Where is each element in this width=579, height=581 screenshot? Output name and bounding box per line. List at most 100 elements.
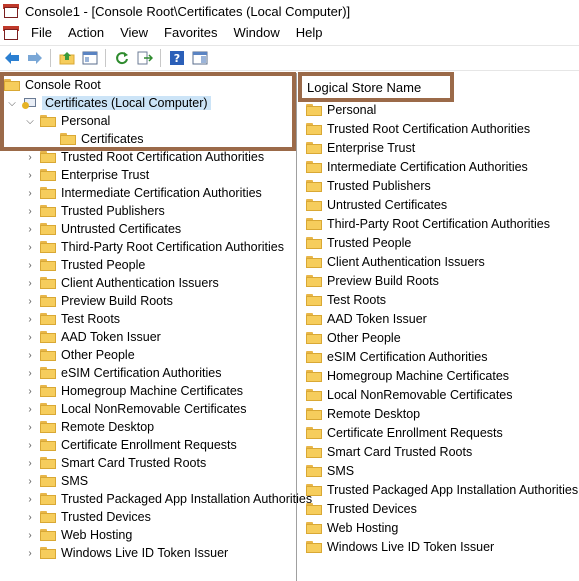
chevron-right-icon[interactable]: › (24, 547, 36, 559)
list-item[interactable]: Web Hosting (306, 519, 398, 537)
list-item[interactable]: Certificate Enrollment Requests (306, 424, 503, 442)
chevron-right-icon[interactable]: › (24, 223, 36, 235)
chevron-right-icon[interactable]: › (24, 439, 36, 451)
folder-icon (40, 349, 56, 361)
list-item[interactable]: Third-Party Root Certification Authoriti… (306, 215, 550, 233)
tree-item[interactable]: › Trusted People (24, 256, 145, 274)
chevron-right-icon[interactable]: › (24, 187, 36, 199)
refresh-button[interactable] (111, 47, 133, 69)
tree-item[interactable]: › Smart Card Trusted Roots (24, 454, 206, 472)
tree-item[interactable]: › AAD Token Issuer (24, 328, 161, 346)
chevron-right-icon[interactable]: › (24, 367, 36, 379)
chevron-right-icon[interactable]: › (24, 241, 36, 253)
export-icon (137, 51, 153, 65)
list-item[interactable]: Remote Desktop (306, 405, 420, 423)
list-item-label: Client Authentication Issuers (327, 255, 485, 269)
chevron-right-icon[interactable]: › (24, 511, 36, 523)
folder-icon (40, 385, 56, 397)
chevron-right-icon[interactable]: › (24, 277, 36, 289)
list-item[interactable]: Local NonRemovable Certificates (306, 386, 513, 404)
export-list-button[interactable] (134, 47, 156, 69)
tree-item[interactable]: › Test Roots (24, 310, 120, 328)
chevron-right-icon[interactable]: › (24, 151, 36, 163)
tree-item[interactable]: › Windows Live ID Token Issuer (24, 544, 228, 562)
chevron-right-icon[interactable]: › (24, 385, 36, 397)
chevron-right-icon[interactable]: › (24, 331, 36, 343)
show-hide-tree-button[interactable] (79, 47, 101, 69)
tree-item[interactable]: › Web Hosting (24, 526, 132, 544)
tree-item[interactable]: › Other People (24, 346, 134, 364)
show-hide-action-pane-button[interactable] (189, 47, 211, 69)
tree-item[interactable]: › Client Authentication Issuers (24, 274, 218, 292)
folder-icon (306, 218, 322, 230)
tree-item[interactable]: › Trusted Packaged App Installation Autho… (24, 490, 312, 508)
tree-item[interactable]: › Local NonRemovable Certificates (24, 400, 246, 418)
system-menu-icon[interactable] (3, 25, 19, 41)
menu-view[interactable]: View (112, 22, 156, 44)
chevron-right-icon[interactable]: › (24, 457, 36, 469)
tree-item[interactable]: › Remote Desktop (24, 418, 154, 436)
list-item[interactable]: Trusted Packaged App Installation Author… (306, 481, 578, 499)
tree-item[interactable]: › Intermediate Certification Authorities (24, 184, 261, 202)
list-item[interactable]: Preview Build Roots (306, 272, 439, 290)
folder-icon (306, 275, 322, 287)
menu-file[interactable]: File (23, 22, 60, 44)
list-item[interactable]: Test Roots (306, 291, 386, 309)
tree-item[interactable]: › Enterprise Trust (24, 166, 149, 184)
tree-item[interactable]: › Trusted Devices (24, 508, 151, 526)
list-item[interactable]: Client Authentication Issuers (306, 253, 485, 271)
list-item[interactable]: Homegroup Machine Certificates (306, 367, 509, 385)
list-item[interactable]: Intermediate Certification Authorities (306, 158, 528, 176)
folder-icon (306, 237, 322, 249)
list-item[interactable]: Other People (306, 329, 401, 347)
list-item-label: Trusted People (327, 236, 412, 250)
menu-help[interactable]: Help (288, 22, 331, 44)
list-item[interactable]: SMS (306, 462, 354, 480)
chevron-right-icon[interactable]: › (24, 205, 36, 217)
details-list-pane[interactable]: Personal Trusted Root Certification Autho… (299, 73, 579, 581)
list-item[interactable]: Windows Live ID Token Issuer (306, 538, 494, 556)
tree-item[interactable]: › eSIM Certification Authorities (24, 364, 222, 382)
back-button[interactable] (1, 47, 23, 69)
list-item[interactable]: Trusted Devices (306, 500, 417, 518)
tree-item[interactable]: › Homegroup Machine Certificates (24, 382, 243, 400)
tree-item[interactable]: › Third-Party Root Certification Authorit… (24, 238, 284, 256)
chevron-right-icon[interactable]: › (24, 529, 36, 541)
tree-item[interactable]: › Trusted Publishers (24, 202, 164, 220)
chevron-right-icon[interactable]: › (24, 349, 36, 361)
menu-window[interactable]: Window (226, 22, 288, 44)
chevron-right-icon[interactable]: › (24, 475, 36, 487)
chevron-right-icon[interactable]: › (24, 421, 36, 433)
tree-item[interactable]: › Preview Build Roots (24, 292, 173, 310)
tree-item-label: eSIM Certification Authorities (61, 366, 222, 380)
chevron-right-icon[interactable]: › (24, 295, 36, 307)
chevron-right-icon[interactable]: › (24, 493, 36, 505)
list-item[interactable]: eSIM Certification Authorities (306, 348, 488, 366)
help-button[interactable]: ? (166, 47, 188, 69)
chevron-right-icon[interactable]: › (24, 403, 36, 415)
chevron-right-icon[interactable]: › (24, 259, 36, 271)
tree-item[interactable]: › Untrusted Certificates (24, 220, 181, 238)
menu-bar: File Action View Favorites Window Help (0, 22, 579, 44)
tree-item[interactable]: › SMS (24, 472, 88, 490)
list-item[interactable]: Trusted Root Certification Authorities (306, 120, 530, 138)
up-one-level-button[interactable] (56, 47, 78, 69)
menu-favorites[interactable]: Favorites (156, 22, 225, 44)
chevron-right-icon[interactable]: › (24, 313, 36, 325)
chevron-right-icon[interactable]: › (24, 169, 36, 181)
list-item[interactable]: Trusted People (306, 234, 411, 252)
list-item-label: Web Hosting (327, 521, 399, 535)
list-item-label: Test Roots (327, 293, 387, 307)
list-item[interactable]: Trusted Publishers (306, 177, 431, 195)
list-item-label: Trusted Root Certification Authorities (327, 122, 531, 136)
menu-action[interactable]: Action (60, 22, 112, 44)
list-item[interactable]: AAD Token Issuer (306, 310, 427, 328)
tree-item-label: Trusted Devices (61, 510, 151, 524)
tree-item[interactable]: › Certificate Enrollment Requests (24, 436, 236, 454)
list-item[interactable]: Personal (306, 101, 376, 119)
list-item[interactable]: Enterprise Trust (306, 139, 415, 157)
forward-button[interactable] (24, 47, 46, 69)
list-item[interactable]: Smart Card Trusted Roots (306, 443, 472, 461)
help-icon: ? (170, 51, 184, 65)
list-item[interactable]: Untrusted Certificates (306, 196, 447, 214)
